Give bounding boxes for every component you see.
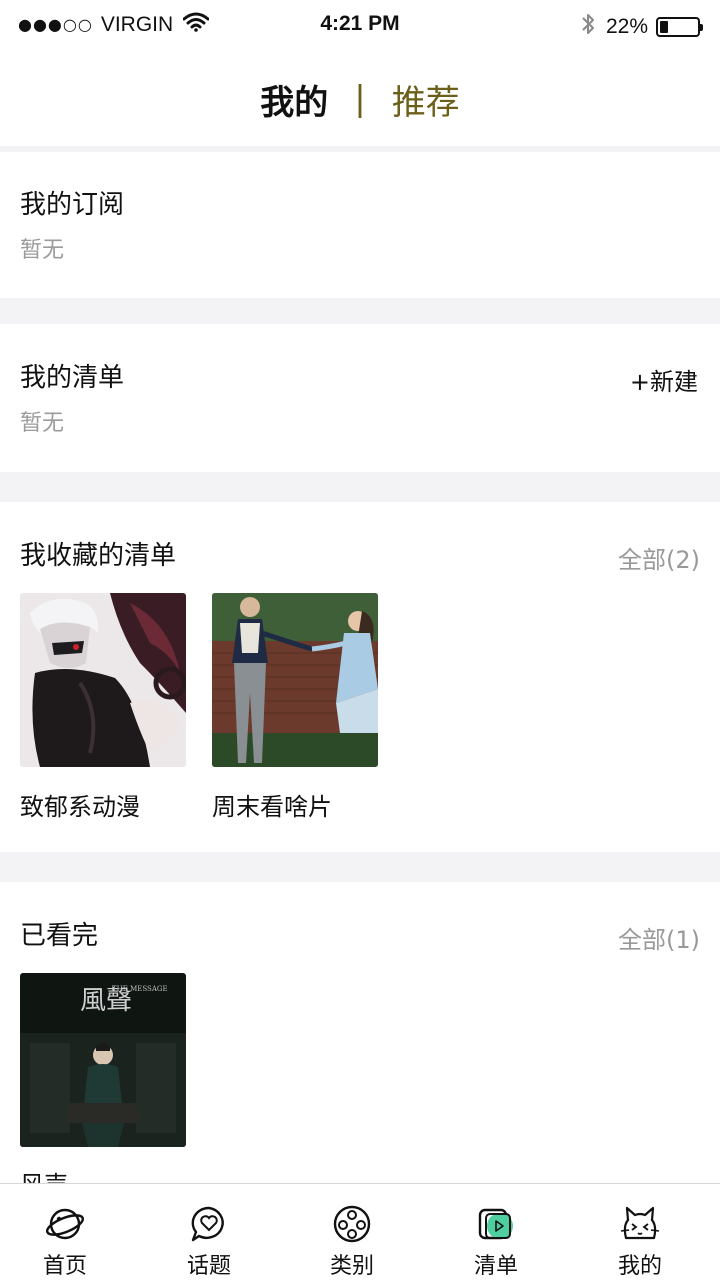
nav-item-categories[interactable]: 类别	[280, 1184, 424, 1280]
battery-fill	[660, 20, 668, 33]
nav-label: 清单	[473, 1254, 518, 1279]
nav-label: 类别	[329, 1254, 374, 1279]
status-bar: ●●●○○ VIRGIN 4:21 PM 22%	[0, 0, 720, 52]
playlist-icon	[476, 1204, 516, 1244]
movie-card[interactable]: 風聲 THE MESSAGE 风声	[20, 973, 186, 1199]
nav-item-home[interactable]: 首页	[0, 1184, 137, 1280]
bluetooth-icon	[580, 12, 596, 41]
battery-icon	[656, 16, 703, 37]
page-header: 我的 | 推荐	[0, 52, 720, 146]
tab-mine[interactable]: 我的	[260, 75, 328, 124]
chat-heart-icon	[189, 1204, 229, 1244]
section-divider	[0, 472, 720, 502]
movie-still-image[interactable]	[212, 593, 378, 767]
section-divider	[0, 852, 720, 882]
my-lists-title: 我的清单	[20, 363, 125, 393]
movie-poster-image[interactable]: 風聲 THE MESSAGE	[20, 973, 186, 1147]
section-divider	[0, 298, 720, 324]
nav-item-topics[interactable]: 话题	[137, 1184, 281, 1280]
film-reel-icon	[332, 1204, 372, 1244]
list-card[interactable]: 致郁系动漫	[20, 593, 186, 821]
nav-label: 话题	[186, 1254, 231, 1279]
my-lists-empty-text: 暂无	[20, 411, 65, 436]
section-divider	[0, 146, 720, 152]
anime-cover-image[interactable]	[20, 593, 186, 767]
list-card-label: 致郁系动漫	[20, 793, 140, 821]
nav-item-lists[interactable]: 清单	[424, 1184, 568, 1280]
poster-title-en: THE MESSAGE	[112, 985, 168, 993]
planet-icon	[45, 1204, 85, 1244]
battery-percent: 22%	[605, 14, 648, 38]
list-card[interactable]: 周末看啥片	[212, 593, 378, 821]
favorites-title: 我收藏的清单	[20, 541, 177, 571]
nav-label: 我的	[617, 1254, 662, 1279]
watched-title: 已看完	[20, 921, 99, 951]
subscriptions-empty-text: 暂无	[20, 238, 65, 263]
nav-label: 首页	[42, 1254, 87, 1279]
list-card-label: 周末看啥片	[212, 793, 332, 821]
bottom-nav: 首页 话题 类别 清单 我的	[0, 1183, 720, 1280]
tab-separator: |	[354, 79, 366, 119]
subscriptions-title: 我的订阅	[20, 190, 125, 220]
new-list-button[interactable]: +新建	[630, 362, 698, 397]
nav-item-mine[interactable]: 我的	[568, 1184, 712, 1280]
watched-all-link[interactable]: 全部(1)	[618, 920, 700, 955]
favorites-all-link[interactable]: 全部(2)	[618, 540, 700, 575]
cat-face-icon	[620, 1204, 660, 1244]
tab-recommend[interactable]: 推荐	[392, 75, 460, 124]
status-right: 22%	[580, 12, 703, 41]
